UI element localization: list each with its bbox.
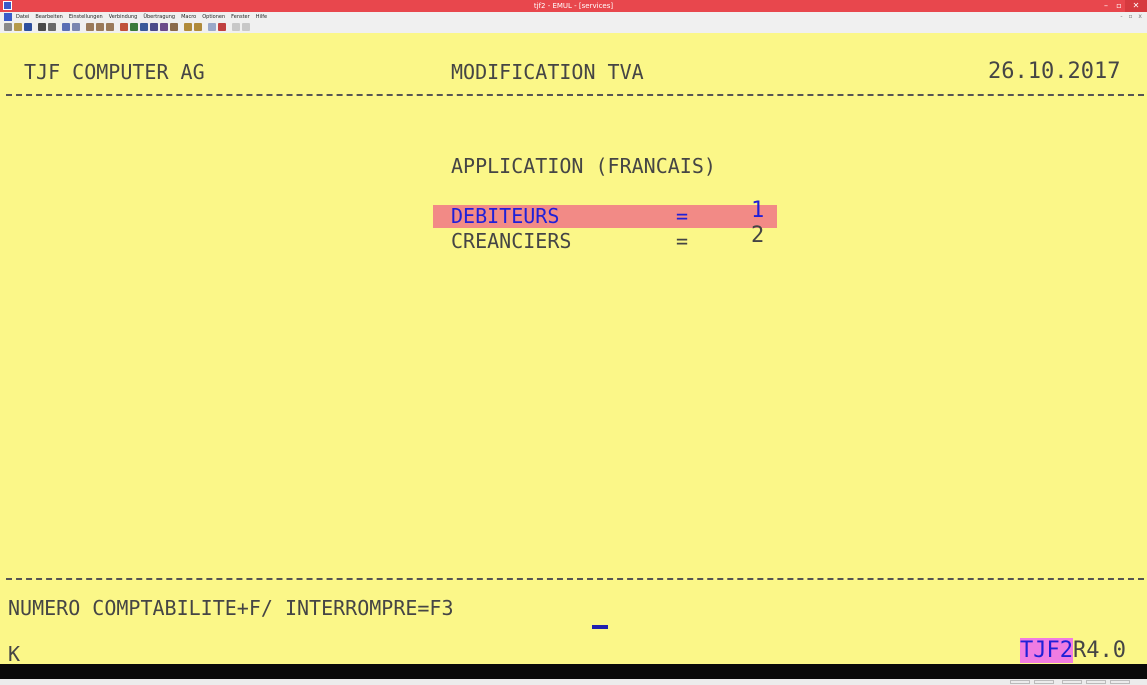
maximize-icon[interactable]: ▫	[1113, 0, 1125, 12]
save-icon[interactable]	[24, 23, 32, 31]
status-cell	[1110, 680, 1130, 684]
menu-datei[interactable]: Datei	[16, 12, 29, 22]
session-b-icon[interactable]	[194, 23, 202, 31]
help-icon[interactable]	[218, 23, 226, 31]
copy-icon[interactable]	[62, 23, 70, 31]
menu-macro[interactable]: Macro	[181, 12, 196, 22]
terminal-screen[interactable]: TJF COMPUTER AG MODIFICATION TVA 26.10.2…	[0, 33, 1147, 666]
session-a-icon[interactable]	[184, 23, 192, 31]
option-debiteurs-equals: =	[676, 204, 689, 228]
arrow-left-icon[interactable]	[232, 23, 240, 31]
toolbar	[0, 22, 1147, 33]
window-title-bar[interactable]: tjf2 - EMUL - [services] – ▫ ✕	[0, 0, 1147, 12]
keyboard-icon[interactable]	[208, 23, 216, 31]
status-cell	[1010, 680, 1030, 684]
arrow-right-icon[interactable]	[242, 23, 250, 31]
input-cursor[interactable]	[592, 625, 608, 629]
menu-hilfe[interactable]: Hilfe	[256, 12, 267, 22]
company-name: TJF COMPUTER AG	[24, 60, 205, 84]
system-id-badge: TJF2	[1020, 638, 1073, 663]
mdi-window-controls[interactable]: - ▫ x	[1120, 13, 1144, 21]
receive-icon[interactable]	[160, 23, 168, 31]
input-prompt: NUMERO COMPTABILITE+F/ INTERROMPRE=F3	[8, 596, 454, 620]
status-cell	[1062, 680, 1082, 684]
menu-optionen[interactable]: Optionen	[202, 12, 225, 22]
menu-items: Datei Bearbeiten Einstellungen Verbindun…	[16, 12, 267, 22]
option-debiteurs-value[interactable]: 1	[751, 199, 764, 223]
status-cell	[1034, 680, 1054, 684]
bottom-separator	[6, 578, 1144, 580]
menu-uebertragung[interactable]: Übertragung	[143, 12, 175, 22]
macro-record-icon[interactable]	[120, 23, 128, 31]
open-icon[interactable]	[14, 23, 22, 31]
menu-verbindung[interactable]: Verbindung	[109, 12, 138, 22]
screen-title: MODIFICATION TVA	[451, 60, 644, 84]
close-icon[interactable]: ✕	[1125, 0, 1147, 12]
release-version: R4.0	[1072, 638, 1126, 663]
macro-play-icon[interactable]	[130, 23, 138, 31]
print-icon[interactable]	[38, 23, 46, 31]
print-setup-icon[interactable]	[48, 23, 56, 31]
system-release: TJF2R4.0	[1020, 638, 1126, 663]
document-icon	[4, 13, 12, 21]
screen-date: 26.10.2017	[988, 59, 1121, 84]
menu-einstellungen[interactable]: Einstellungen	[69, 12, 103, 22]
send-icon[interactable]	[170, 23, 178, 31]
status-indicator: K	[8, 642, 21, 666]
paste-icon[interactable]	[72, 23, 80, 31]
font-size-icon[interactable]	[106, 23, 114, 31]
font-smaller-icon[interactable]	[86, 23, 94, 31]
settings-icon[interactable]	[140, 23, 148, 31]
option-creanciers-label[interactable]: CREANCIERS	[451, 229, 571, 253]
minimize-icon[interactable]: –	[1099, 0, 1113, 12]
transfer-icon[interactable]	[150, 23, 158, 31]
top-separator	[6, 94, 1144, 96]
connect-icon[interactable]	[4, 23, 12, 31]
application-heading: APPLICATION (FRANCAIS)	[451, 154, 716, 178]
oia-bar	[0, 664, 1147, 679]
status-cell	[1086, 680, 1106, 684]
option-creanciers-equals: =	[676, 229, 689, 253]
menu-fenster[interactable]: Fenster	[231, 12, 250, 22]
font-larger-icon[interactable]	[96, 23, 104, 31]
window-title: tjf2 - EMUL - [services]	[533, 2, 614, 10]
status-bar	[0, 679, 1147, 685]
option-debiteurs-label[interactable]: DEBITEURS	[451, 204, 559, 228]
option-creanciers-value[interactable]: 2	[751, 224, 764, 248]
menu-bearbeiten[interactable]: Bearbeiten	[35, 12, 62, 22]
